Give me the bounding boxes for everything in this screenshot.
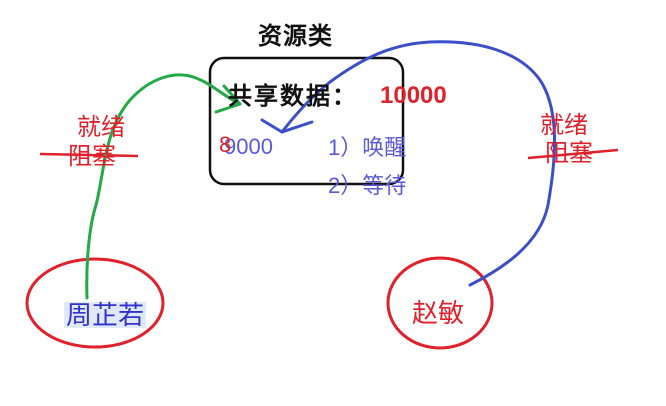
blue-arrow-path [280, 40, 556, 287]
diagram-strokes [25, 40, 619, 350]
thread-name-right: 赵敏 [412, 298, 465, 328]
thread-name-left: 周芷若 [64, 300, 147, 330]
green-arrow-path [85, 73, 242, 300]
previous-value: 9000 [224, 134, 273, 159]
state-blocked-right: 阻塞 [545, 140, 593, 167]
resource-class-title: 资源类 [258, 21, 333, 50]
state-blocked-left: 阻塞 [68, 143, 116, 170]
resource-box [208, 56, 405, 186]
state-ready-left: 就绪 [77, 114, 125, 141]
step-wake: 1）唤醒 [328, 135, 407, 160]
shared-data-value: 10000 [380, 82, 447, 109]
shared-data-label: 共享数据： [228, 81, 358, 110]
overwrite-digit: 8 [219, 132, 232, 157]
step-wait: 2）等待 [328, 173, 407, 198]
state-ready-right: 就绪 [540, 112, 588, 139]
